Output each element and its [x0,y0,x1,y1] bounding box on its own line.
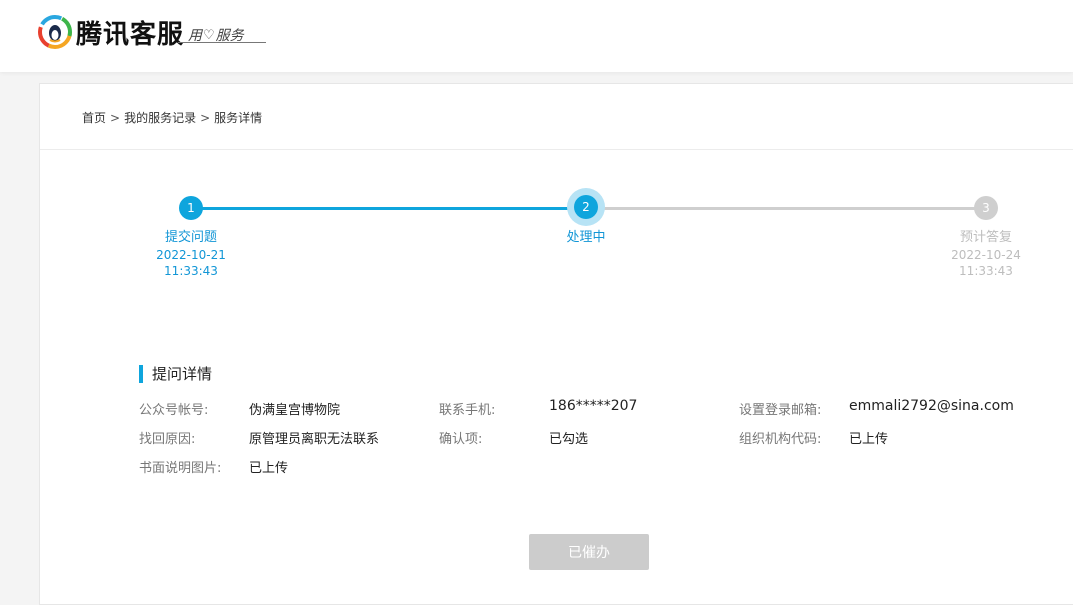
tencent-service-logo[interactable]: 腾讯客服 用 ♡ 服务 [38,14,244,50]
field-value-written-image: 已上传 [249,461,289,476]
urge-button[interactable]: 已催办 [529,534,649,570]
divider [40,149,1073,150]
field-label-confirm: 确认项: [439,432,483,447]
field-label-account: 公众号帐号: [139,403,209,418]
tencent-logo-icon [38,15,72,49]
field-value-confirm: 已勾选 [549,432,589,447]
slogan-underline [178,42,266,43]
field-value-email: emmali2792@sina.com [849,398,1014,414]
field-value-reason: 原管理员离职无法联系 [249,432,380,447]
step-3-date: 2022-10-24 [951,248,1021,262]
field-label-written-image: 书面说明图片: [139,461,222,476]
progress-track-pending [587,207,987,210]
breadcrumb-separator: > [200,111,211,125]
heart-icon: ♡ [203,27,215,43]
step-3-time: 11:33:43 [959,264,1013,278]
section-title: 提问详情 [139,365,212,383]
field-label-org-code: 组织机构代码: [739,432,822,447]
step-3-label: 预计答复 [959,230,1012,245]
step-1-date: 2022-10-21 [156,248,226,262]
field-value-org-code: 已上传 [849,432,889,447]
breadcrumb-separator: > [110,111,121,125]
field-value-account: 伪满皇宫博物院 [249,403,341,418]
progress-track-done [191,207,587,210]
breadcrumb: 首页 > 我的服务记录 > 服务详情 [82,109,262,126]
field-value-phone: 186*****207 [549,398,638,414]
step-2-dot: 2 [574,195,598,219]
step-3-dot: 3 [974,196,998,220]
step-2-label: 处理中 [566,230,606,245]
field-label-phone: 联系手机: [439,403,496,418]
field-label-email: 设置登录邮箱: [739,403,822,418]
step-1-dot: 1 [179,196,203,220]
breadcrumb-service-records[interactable]: 我的服务记录 [124,111,196,125]
step-1-time: 11:33:43 [164,264,218,278]
service-detail-panel: 首页 > 我的服务记录 > 服务详情 1 2 3 提交问题 2022-10-21 11:… [39,83,1073,605]
field-label-reason: 找回原因: [139,432,196,447]
breadcrumb-home[interactable]: 首页 [82,111,106,125]
top-header: 腾讯客服 用 ♡ 服务 [0,0,1073,72]
logo-text: 腾讯客服 [76,19,185,50]
step-1-label: 提交问题 [164,230,217,245]
breadcrumb-current: 服务详情 [214,111,263,125]
